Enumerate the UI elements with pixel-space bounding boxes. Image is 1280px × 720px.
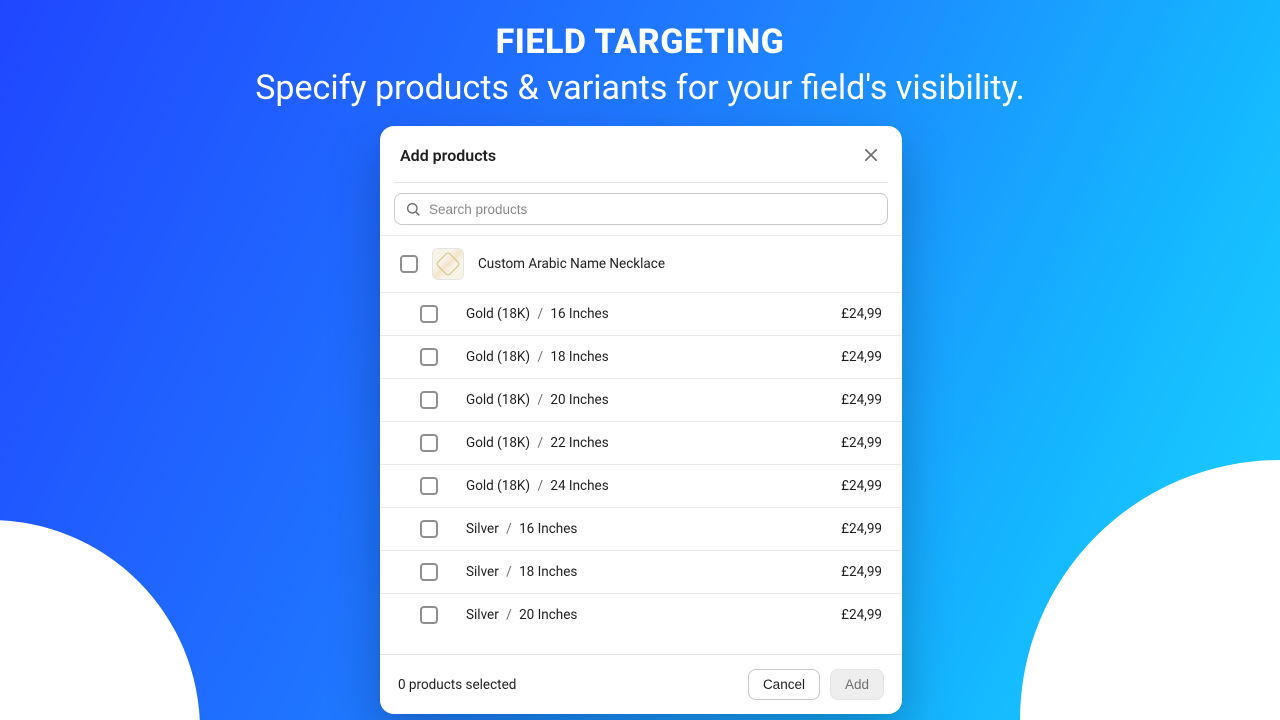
variant-label: Silver / 20 Inches [452, 607, 827, 623]
product-thumbnail [432, 248, 464, 280]
add-button[interactable]: Add [830, 669, 884, 700]
variant-checkbox[interactable] [420, 434, 438, 452]
variant-material: Gold (18K) [466, 435, 530, 451]
variant-size: 16 Inches [519, 521, 577, 537]
variant-price: £24,99 [841, 306, 882, 322]
close-icon [862, 146, 880, 164]
variant-material: Silver [466, 607, 499, 623]
variant-checkbox[interactable] [420, 477, 438, 495]
decorative-circle-bottom-right [1020, 460, 1280, 720]
variant-price: £24,99 [841, 392, 882, 408]
variant-separator: / [530, 306, 550, 322]
variant-label: Gold (18K) / 18 Inches [452, 349, 827, 365]
variant-checkbox[interactable] [420, 563, 438, 581]
variant-label: Gold (18K) / 16 Inches [452, 306, 827, 322]
product-name: Custom Arabic Name Necklace [478, 256, 665, 272]
variant-size: 24 Inches [550, 478, 608, 494]
variant-price: £24,99 [841, 607, 882, 623]
product-row[interactable]: Custom Arabic Name Necklace [380, 235, 902, 292]
variant-price: £24,99 [841, 478, 882, 494]
modal-title: Add products [400, 146, 496, 165]
variant-size: 22 Inches [550, 435, 608, 451]
product-checkbox[interactable] [400, 255, 418, 273]
variant-checkbox[interactable] [420, 305, 438, 323]
variant-label: Gold (18K) / 20 Inches [452, 392, 827, 408]
variant-label: Gold (18K) / 22 Inches [452, 435, 827, 451]
variant-checkbox[interactable] [420, 391, 438, 409]
variant-row[interactable]: Gold (18K) / 18 Inches £24,99 [380, 335, 902, 378]
variant-material: Gold (18K) [466, 349, 530, 365]
variant-material: Silver [466, 564, 499, 580]
selected-count: 0 products selected [398, 677, 516, 693]
variant-row[interactable]: Gold (18K) / 24 Inches £24,99 [380, 464, 902, 507]
search-input[interactable] [429, 202, 877, 217]
variant-separator: / [499, 607, 519, 623]
close-button[interactable] [860, 144, 882, 166]
variant-price: £24,99 [841, 564, 882, 580]
hero-subtitle: Specify products & variants for your fie… [0, 68, 1280, 108]
variant-separator: / [530, 349, 550, 365]
search-icon [405, 201, 421, 217]
variant-material: Silver [466, 521, 499, 537]
add-products-modal: Add products Custom Ara [380, 126, 902, 714]
variant-row[interactable]: Gold (18K) / 22 Inches £24,99 [380, 421, 902, 464]
variant-row[interactable]: Gold (18K) / 16 Inches £24,99 [380, 292, 902, 335]
variant-material: Gold (18K) [466, 306, 530, 322]
variant-size: 20 Inches [550, 392, 608, 408]
decorative-circle-bottom-left [0, 520, 200, 720]
variant-size: 18 Inches [550, 349, 608, 365]
variant-material: Gold (18K) [466, 478, 530, 494]
variant-row[interactable]: Gold (18K) / 20 Inches £24,99 [380, 378, 902, 421]
search-field[interactable] [394, 193, 888, 225]
variant-price: £24,99 [841, 435, 882, 451]
variant-separator: / [499, 521, 519, 537]
variant-label: Silver / 18 Inches [452, 564, 827, 580]
variant-checkbox[interactable] [420, 348, 438, 366]
variant-price: £24,99 [841, 349, 882, 365]
variant-price: £24,99 [841, 521, 882, 537]
variant-checkbox[interactable] [420, 606, 438, 624]
variant-material: Gold (18K) [466, 392, 530, 408]
product-list[interactable]: Custom Arabic Name Necklace Gold (18K) /… [380, 235, 902, 654]
variant-separator: / [530, 478, 550, 494]
variant-row[interactable]: Silver / 16 Inches £24,99 [380, 507, 902, 550]
variant-separator: / [530, 435, 550, 451]
hero-title: FIELD TARGETING [0, 22, 1280, 62]
variant-size: 16 Inches [550, 306, 608, 322]
cancel-button[interactable]: Cancel [748, 669, 820, 700]
variant-label: Gold (18K) / 24 Inches [452, 478, 827, 494]
variant-row[interactable]: Silver / 20 Inches £24,99 [380, 593, 902, 636]
variant-label: Silver / 16 Inches [452, 521, 827, 537]
variant-separator: / [499, 564, 519, 580]
variant-size: 20 Inches [519, 607, 577, 623]
variant-row[interactable]: Silver / 18 Inches £24,99 [380, 550, 902, 593]
variant-checkbox[interactable] [420, 520, 438, 538]
variant-separator: / [530, 392, 550, 408]
variant-size: 18 Inches [519, 564, 577, 580]
